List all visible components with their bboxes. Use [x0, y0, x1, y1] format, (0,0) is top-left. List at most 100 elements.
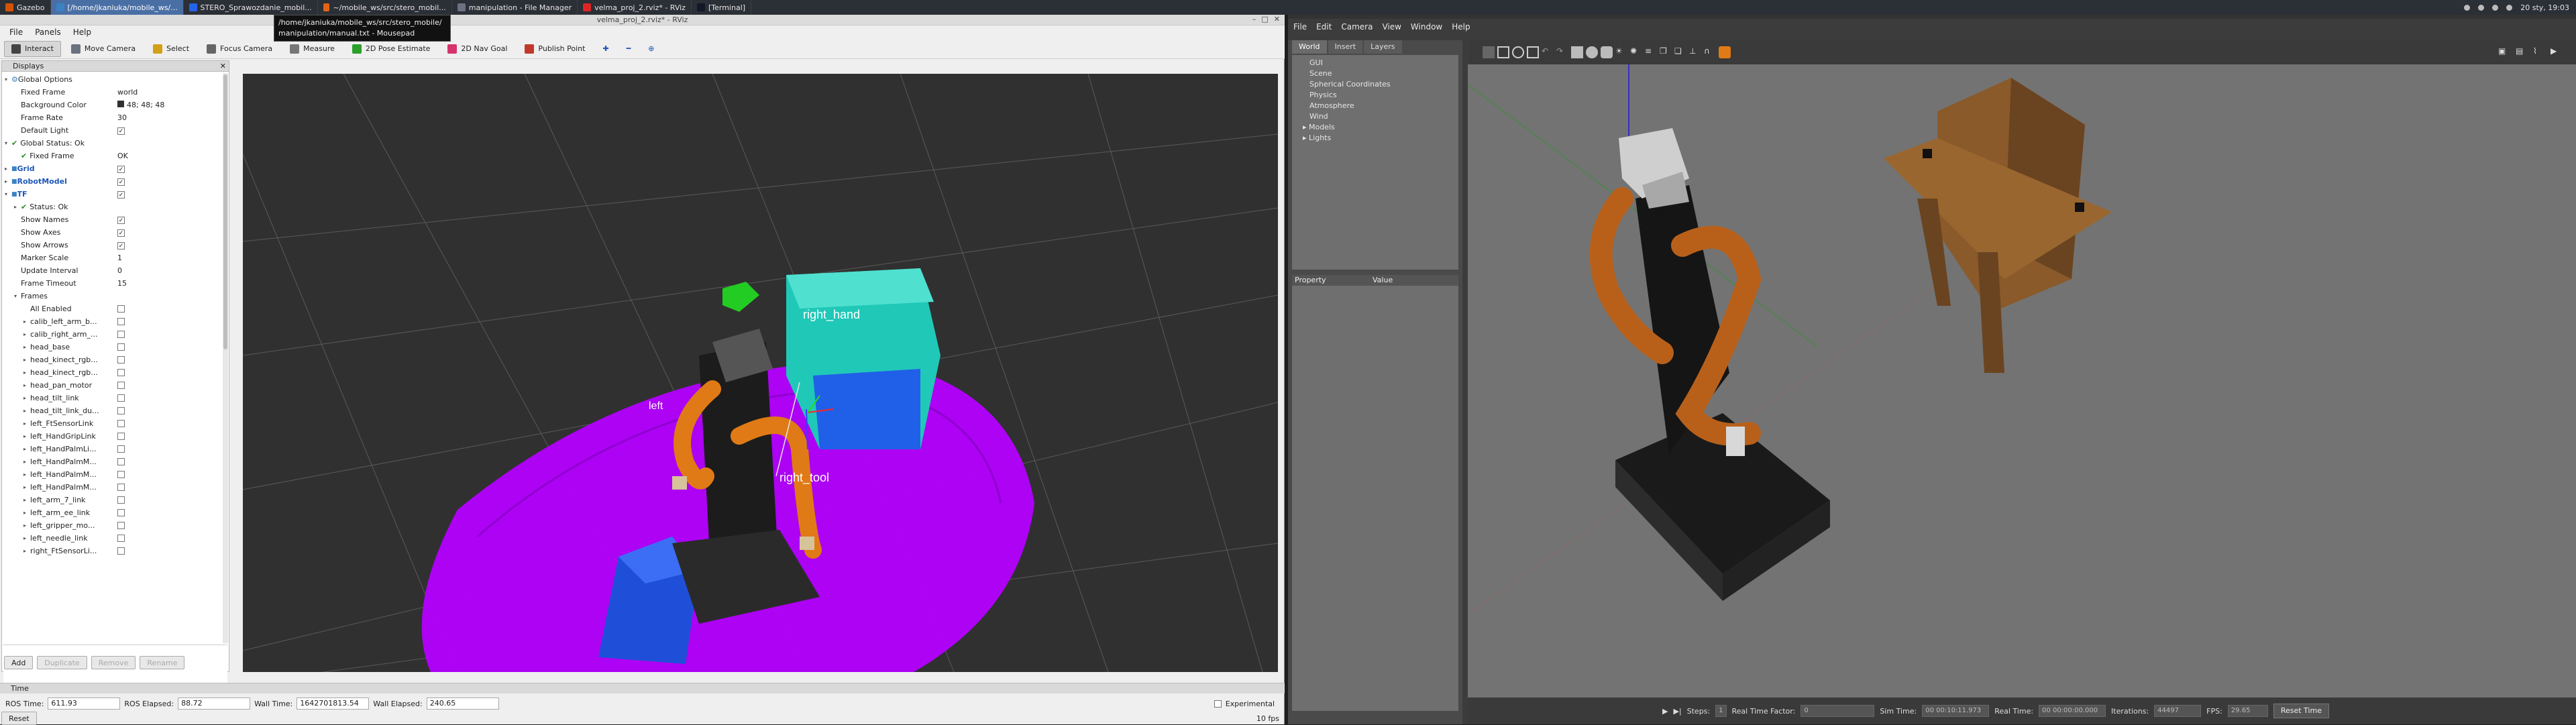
expand-arrow-icon[interactable]: ▸ [23, 382, 30, 388]
world-item-models[interactable]: ▸ Models [1292, 122, 1458, 133]
play-icon[interactable]: ▶ [1662, 707, 1668, 716]
tree-checkbox[interactable] [117, 394, 125, 402]
tree-row[interactable]: ▸ ✔ Status: Ok [2, 201, 220, 213]
reset-button[interactable]: Reset [1, 712, 37, 725]
tree-checkbox[interactable]: ✓ [117, 178, 125, 186]
tree-checkbox[interactable] [117, 457, 125, 465]
taskbar-task[interactable]: [Terminal] [692, 0, 752, 15]
tree-row-value[interactable]: 0 [117, 266, 218, 275]
cylinder-icon[interactable] [1601, 46, 1613, 58]
scale-icon[interactable] [1527, 46, 1539, 58]
tree-row[interactable]: ▸ left_HandPalmM... [2, 468, 220, 481]
expand-arrow-icon[interactable]: ▸ [23, 319, 30, 325]
tab-insert[interactable]: Insert [1328, 40, 1363, 54]
tree-row-value[interactable]: 15 [117, 279, 218, 288]
tree-row[interactable]: Default Light ✓ [2, 124, 220, 137]
menu-help[interactable]: Help [69, 27, 95, 37]
tree-row[interactable]: ▸ left_needle_link [2, 532, 220, 545]
undo-icon[interactable]: ↶ [1542, 46, 1554, 58]
expand-arrow-icon[interactable]: ▸ [23, 395, 30, 401]
tree-row-value[interactable]: ✓ [117, 215, 218, 224]
tree-checkbox[interactable] [117, 304, 125, 313]
tool-publish-point[interactable]: Publish Point [517, 41, 592, 57]
duplicate-button[interactable]: Duplicate [37, 656, 87, 669]
box-icon[interactable] [1571, 46, 1583, 58]
orbit-view-icon[interactable]: ⊕ [641, 41, 661, 57]
tool-measure[interactable]: Measure [282, 41, 342, 57]
tree-row[interactable]: ▾ ⚙ Global Options [2, 73, 220, 86]
gz-menu-edit[interactable]: Edit [1316, 22, 1332, 32]
expand-arrow-icon[interactable]: ▸ [23, 446, 30, 452]
tool-2d-pose-estimate[interactable]: 2D Pose Estimate [345, 41, 438, 57]
tree-checkbox[interactable] [117, 381, 125, 389]
tree-row-value[interactable] [117, 342, 218, 353]
close-panel-icon[interactable]: ✕ [220, 61, 226, 72]
tree-row[interactable]: ▸ head_pan_motor [2, 379, 220, 392]
expand-arrow-icon[interactable]: ▸ [5, 178, 11, 184]
remove-button[interactable]: Remove [91, 656, 136, 669]
expand-arrow-icon[interactable]: ▸ [14, 204, 21, 210]
tree-row-value[interactable] [117, 508, 218, 518]
taskbar-task[interactable]: STERO_Sprawozdanie_mobil... [184, 0, 318, 15]
tree-checkbox[interactable] [117, 432, 125, 440]
log-icon[interactable]: ▤ [2516, 46, 2528, 58]
battery-icon[interactable] [2506, 4, 2513, 11]
expand-arrow-icon[interactable]: ▸ [23, 421, 30, 427]
tree-row[interactable]: ▸ head_kinect_rgb... [2, 353, 220, 366]
tree-checkbox[interactable] [117, 547, 125, 555]
tree-checkbox[interactable] [117, 368, 125, 376]
plus-view-icon[interactable]: ✚ [595, 41, 616, 57]
tree-row-value[interactable]: 1 [117, 254, 218, 262]
tree-row-value[interactable] [117, 393, 218, 404]
tree-row[interactable]: ▸ calib_right_arm_... [2, 328, 220, 341]
tool-focus-camera[interactable]: Focus Camera [199, 41, 280, 57]
tool-select[interactable]: Select [146, 41, 197, 57]
bell-icon[interactable] [2478, 4, 2485, 11]
tree-row-value[interactable] [117, 533, 218, 544]
expand-arrow-icon[interactable]: ▸ [23, 471, 30, 478]
tree-row-value[interactable]: OK [117, 152, 218, 160]
expand-icon[interactable]: ▸ [1303, 123, 1309, 131]
menu-panels[interactable]: Panels [31, 27, 65, 37]
sphere-icon[interactable] [1586, 46, 1598, 58]
tree-checkbox[interactable] [117, 534, 125, 542]
tree-row[interactable]: ▸ left_HandPalmLi... [2, 443, 220, 455]
tree-row[interactable]: ▸ left_gripper_mo... [2, 519, 220, 532]
pointlight-icon[interactable]: ✺ [1630, 46, 1642, 58]
tree-row-value[interactable]: ✓ [117, 228, 218, 237]
tree-row-value[interactable]: ✓ [117, 190, 218, 199]
gz-menu-window[interactable]: Window [1411, 22, 1442, 32]
align-icon[interactable]: ⊥ [1689, 46, 1701, 58]
tree-row[interactable]: ▸ left_HandGripLink [2, 430, 220, 443]
rename-button[interactable]: Rename [140, 656, 185, 669]
tool-move-camera[interactable]: Move Camera [64, 41, 143, 57]
expand-arrow-icon[interactable]: ▾ [5, 191, 11, 197]
tree-row[interactable]: ▸ right_FtSensorLi... [2, 545, 220, 557]
tree-row[interactable]: ▸ left_FtSensorLink [2, 417, 220, 430]
expand-arrow-icon[interactable]: ▸ [23, 484, 30, 490]
tree-checkbox[interactable] [117, 496, 125, 504]
change-view-icon[interactable] [1719, 46, 1731, 58]
taskbar-task[interactable]: ~/mobile_ws/src/stero_mobil... [318, 0, 452, 15]
tree-checkbox[interactable] [117, 419, 125, 427]
expand-arrow-icon[interactable]: ▾ [5, 140, 11, 146]
clock[interactable]: 20 sty, 19:03 [2520, 3, 2569, 12]
tab-layers[interactable]: Layers [1364, 40, 1402, 54]
gz-menu-help[interactable]: Help [1452, 22, 1470, 32]
tree-row-value[interactable]: ✓ [117, 164, 218, 173]
tree-checkbox[interactable] [117, 330, 125, 338]
tree-row-value[interactable] [117, 444, 218, 455]
ros-time-field[interactable]: 611.93 [48, 698, 121, 710]
experimental-checkbox[interactable] [1214, 700, 1222, 708]
expand-arrow-icon[interactable]: ▸ [23, 344, 30, 350]
tree-row[interactable]: ▾ ■ TF ✓ [2, 188, 220, 201]
tree-row[interactable]: ▸ left_HandPalmM... [2, 481, 220, 494]
network-icon[interactable] [2464, 4, 2471, 11]
tree-row-value[interactable] [117, 329, 218, 340]
tree-checkbox[interactable] [117, 483, 125, 491]
tree-row-value[interactable]: ✓ [117, 241, 218, 249]
expand-arrow-icon[interactable]: ▾ [14, 293, 21, 299]
expand-arrow-icon[interactable]: ▸ [23, 548, 30, 554]
world-item-physics[interactable]: Physics [1292, 90, 1458, 101]
expand-arrow-icon[interactable]: ▸ [23, 522, 30, 528]
